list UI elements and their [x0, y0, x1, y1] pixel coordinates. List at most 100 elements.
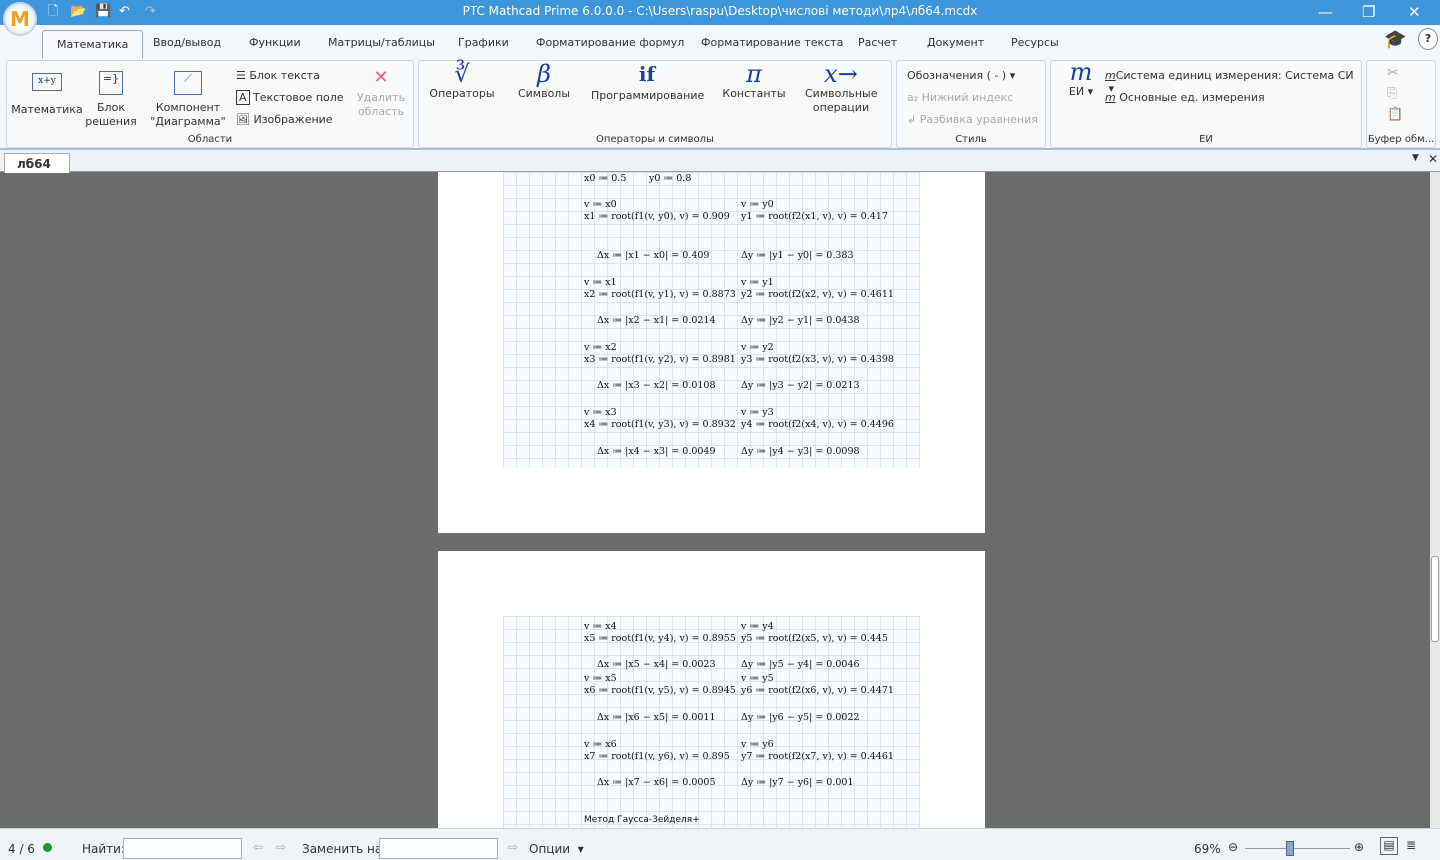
- math-region[interactable]: Δy ≔ |y4 − y3| = 0.0098: [741, 446, 860, 457]
- find-prev-icon[interactable]: ⇦: [253, 840, 263, 854]
- math-region[interactable]: x2 ≔ root(f1(v, y1), v) = 0.8873: [584, 289, 736, 300]
- math-region[interactable]: v ≔ x3: [584, 407, 617, 418]
- paste-icon[interactable]: 📋: [1387, 107, 1403, 122]
- math-region[interactable]: v ≔ y0: [741, 199, 774, 210]
- math-region[interactable]: v ≔ y5: [741, 673, 774, 684]
- replace-icon[interactable]: ⇨: [508, 840, 518, 854]
- tab-resources[interactable]: Ресурсы: [1011, 36, 1059, 49]
- tab-functions[interactable]: Функции: [249, 36, 301, 49]
- doc-tab[interactable]: лб64: [4, 153, 70, 173]
- find-input[interactable]: [123, 838, 242, 859]
- text-region-heading[interactable]: Метод Гаусса-Зейделя+: [584, 815, 700, 825]
- math-region[interactable]: x3 ≔ root(f1(v, y2), v) = 0.8981: [584, 354, 736, 365]
- tab-document[interactable]: Документ: [927, 36, 984, 49]
- zoom-slider-thumb[interactable]: [1285, 841, 1294, 856]
- math-region[interactable]: v ≔ y3: [741, 407, 774, 418]
- math-region[interactable]: y5 ≔ root(f2(x5, v), v) = 0.445: [741, 633, 888, 644]
- draft-view-icon[interactable]: ≣: [1406, 838, 1416, 852]
- units-button[interactable]: m ЕИ ▾: [1061, 60, 1101, 99]
- math-region[interactable]: Δx ≔ |x2 − x1| = 0.0214: [597, 315, 716, 326]
- math-region[interactable]: x5 ≔ root(f1(v, y4), v) = 0.8955: [584, 633, 736, 644]
- math-region[interactable]: x1 ≔ root(f1(v, y0), v) = 0.909: [584, 211, 730, 222]
- math-region[interactable]: y2 ≔ root(f2(x2, v), v) = 0.4611: [741, 289, 894, 300]
- cut-icon[interactable]: ✂: [1387, 65, 1399, 81]
- zoom-slider[interactable]: [1245, 848, 1350, 849]
- math-region[interactable]: y0 ≔ 0.8: [649, 173, 691, 184]
- math-region[interactable]: y4 ≔ root(f2(x4, v), v) = 0.4496: [741, 419, 894, 430]
- find-next-icon[interactable]: ⇨: [276, 840, 286, 854]
- break-equation-button[interactable]: ↲ Разбивка уравнения: [907, 113, 1038, 126]
- math-region[interactable]: x6 ≔ root(f1(v, y5), v) = 0.8945: [584, 685, 736, 696]
- math-region[interactable]: Δy ≔ |y5 − y4| = 0.0046: [741, 659, 860, 670]
- tab-matrices[interactable]: Матрицы/таблицы: [328, 36, 435, 49]
- math-region[interactable]: v ≔ x1: [584, 277, 617, 288]
- zoom-in-icon[interactable]: ⊕: [1354, 840, 1364, 854]
- math-region[interactable]: Δy ≔ |y2 − y1| = 0.0438: [741, 315, 860, 326]
- tab-math[interactable]: Математика: [42, 30, 144, 59]
- tab-list-icon[interactable]: ▼: [1412, 153, 1419, 163]
- text-box-button[interactable]: A Текстовое поле: [236, 90, 344, 105]
- options-dropdown[interactable]: Опции ▾: [529, 842, 584, 856]
- image-button[interactable]: 🖼 Изображение: [236, 113, 333, 126]
- math-region[interactable]: v ≔ y4: [741, 621, 774, 632]
- math-region[interactable]: v ≔ y2: [741, 342, 774, 353]
- math-region[interactable]: v ≔ x4: [584, 621, 617, 632]
- chart-component-button[interactable]: ⟋ Компонент "Диаграмма": [143, 71, 233, 129]
- tab-math-format[interactable]: Форматирование формул: [536, 36, 684, 49]
- symbols-button[interactable]: β Символы: [515, 62, 573, 101]
- open-file-icon[interactable]: 📂: [70, 4, 86, 19]
- symbolic-button[interactable]: x→ Символьные операции: [805, 62, 878, 115]
- math-region[interactable]: Δx ≔ |x1 − x0| = 0.409: [597, 250, 709, 261]
- math-region[interactable]: v ≔ x2: [584, 342, 617, 353]
- replace-input[interactable]: [379, 838, 498, 859]
- math-region[interactable]: Δy ≔ |y7 − y6| = 0.001: [741, 777, 854, 788]
- help-icon[interactable]: ?: [1418, 28, 1438, 50]
- math-region[interactable]: x7 ≔ root(f1(v, y6), v) = 0.895: [584, 751, 730, 762]
- math-region[interactable]: v ≔ x6: [584, 739, 617, 750]
- operators-button[interactable]: ∛ Операторы: [429, 62, 495, 101]
- solve-block-button[interactable]: =} Блок решения: [85, 71, 137, 129]
- tab-io[interactable]: Ввод/вывод: [153, 36, 221, 49]
- math-region[interactable]: Δx ≔ |x5 − x4| = 0.0023: [597, 659, 716, 670]
- close-doc-icon[interactable]: ✕: [1428, 152, 1438, 166]
- math-region[interactable]: v ≔ y1: [741, 277, 774, 288]
- math-region[interactable]: v ≔ x5: [584, 673, 617, 684]
- math-region[interactable]: x0 ≔ 0.5: [584, 173, 626, 184]
- delete-region-button[interactable]: ✕ Удалить область: [355, 69, 407, 119]
- tab-calculation[interactable]: Расчет: [858, 36, 897, 49]
- math-region[interactable]: y3 ≔ root(f2(x3, v), v) = 0.4398: [741, 354, 894, 365]
- copy-icon[interactable]: ⎘: [1387, 86, 1397, 101]
- math-region[interactable]: v ≔ y6: [741, 739, 774, 750]
- math-region[interactable]: Δx ≔ |x4 − x3| = 0.0049: [597, 446, 716, 457]
- page-view-icon[interactable]: ▤: [1380, 837, 1398, 855]
- labels-dropdown[interactable]: Обозначения ( - ) ▾: [907, 69, 1015, 82]
- zoom-out-icon[interactable]: ⊖: [1228, 840, 1238, 854]
- redo-icon[interactable]: ↷: [145, 4, 159, 19]
- programming-button[interactable]: if Программирование: [591, 64, 704, 103]
- learning-icon[interactable]: 🎓: [1384, 29, 1406, 50]
- text-block-button[interactable]: ☰ Блок текста: [236, 69, 320, 82]
- app-logo[interactable]: M: [3, 2, 37, 36]
- math-region[interactable]: Δy ≔ |y6 − y5| = 0.0022: [741, 712, 860, 723]
- math-region[interactable]: Δy ≔ |y3 − y2| = 0.0213: [741, 380, 860, 391]
- math-region[interactable]: v ≔ x0: [584, 199, 617, 210]
- close-button[interactable]: ✕: [1408, 3, 1421, 21]
- math-region[interactable]: y6 ≔ root(f2(x6, v), v) = 0.4471: [741, 685, 894, 696]
- math-region[interactable]: Δx ≔ |x6 − x5| = 0.0011: [597, 712, 716, 723]
- math-region[interactable]: y1 ≔ root(f2(x1, v), v) = 0.417: [741, 211, 888, 222]
- vertical-scrollbar[interactable]: [1430, 172, 1440, 828]
- math-region-button[interactable]: x+y Математика: [11, 73, 83, 117]
- math-region[interactable]: Δy ≔ |y1 − y0| = 0.383: [741, 250, 854, 261]
- tab-plots[interactable]: Графики: [458, 36, 509, 49]
- restore-button[interactable]: ❐: [1362, 3, 1375, 21]
- undo-icon[interactable]: ↶: [119, 4, 133, 19]
- minimize-button[interactable]: —: [1318, 3, 1333, 21]
- constants-button[interactable]: π Константы: [721, 62, 787, 101]
- tab-text-format[interactable]: Форматирование текста: [701, 36, 843, 49]
- base-units-button[interactable]: m Основные ед. измерения: [1105, 91, 1265, 104]
- new-file-icon[interactable]: 🗋: [48, 4, 62, 19]
- save-icon[interactable]: 💾: [95, 4, 111, 19]
- math-region[interactable]: y7 ≔ root(f2(x7, v), v) = 0.4461: [741, 751, 894, 762]
- math-region[interactable]: x4 ≔ root(f1(v, y3), v) = 0.8932: [584, 419, 736, 430]
- math-region[interactable]: Δx ≔ |x7 − x6| = 0.0005: [597, 777, 716, 788]
